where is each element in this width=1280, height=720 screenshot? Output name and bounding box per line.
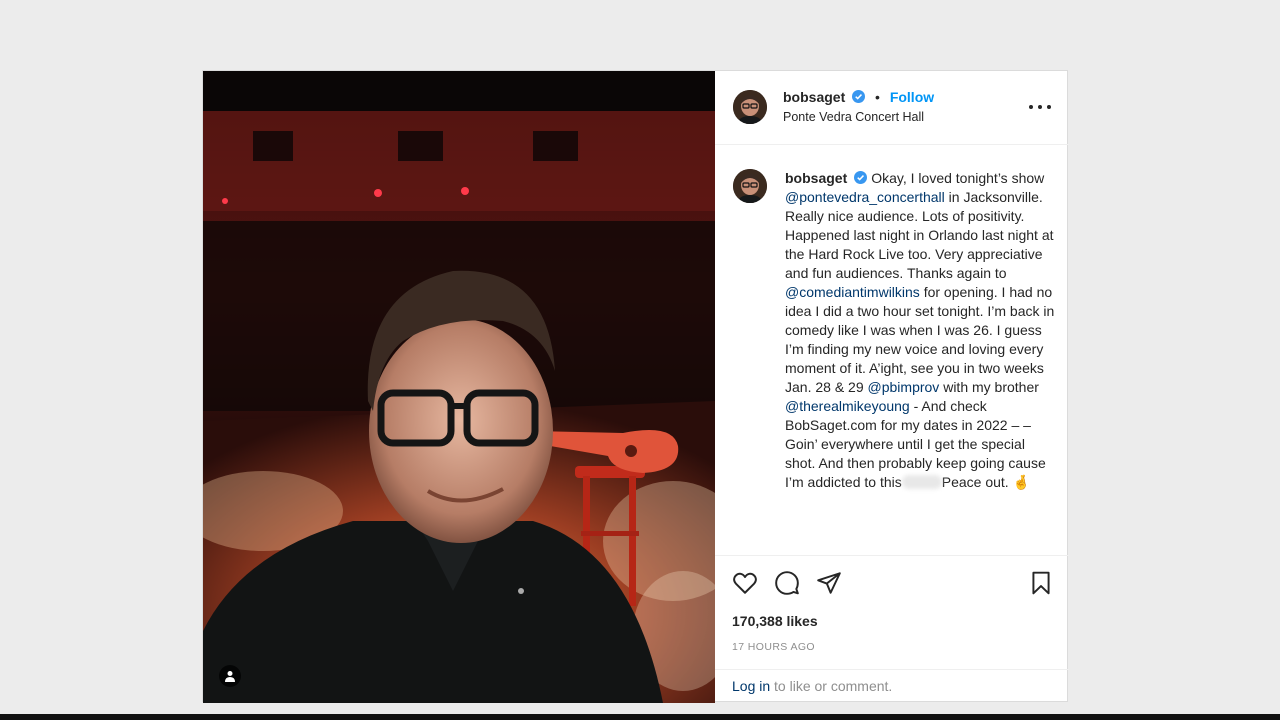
bottom-edge-bar	[0, 714, 1280, 720]
more-options-icon[interactable]	[1029, 97, 1051, 117]
login-prompt: Log in to like or comment.	[715, 669, 1069, 703]
likes-count[interactable]: 170,388 likes	[732, 613, 818, 629]
avatar[interactable]	[733, 90, 767, 124]
post-side-panel: bobsaget • Follow Ponte Vedra Concert Ha…	[715, 71, 1069, 703]
post-actions: 170,388 likes 17 HOURS AGO Log in to lik…	[715, 555, 1069, 703]
verified-badge-icon	[852, 90, 866, 103]
bookmark-icon[interactable]	[1028, 570, 1054, 596]
paper-plane-icon[interactable]	[816, 570, 842, 596]
caption-text-segment: Okay, I loved tonight’s show	[871, 170, 1045, 186]
mention-link[interactable]: @pontevedra_concerthall	[785, 189, 945, 205]
caption-text-segment: with my brother	[939, 379, 1039, 395]
mention-link[interactable]: @pbimprov	[868, 379, 940, 395]
user-tag-icon[interactable]	[219, 665, 241, 687]
post-header: bobsaget • Follow Ponte Vedra Concert Ha…	[715, 71, 1069, 145]
login-link[interactable]: Log in	[732, 678, 770, 694]
post-timestamp[interactable]: 17 HOURS AGO	[732, 641, 815, 653]
mention-link[interactable]: @comediantimwilkins	[785, 284, 920, 300]
caption-text: Okay, I loved tonight’s show @pontevedra…	[785, 170, 1054, 490]
username-link[interactable]: bobsaget	[783, 89, 845, 105]
caption-text-segment: Peace out. 🤞	[941, 474, 1030, 490]
mention-link[interactable]: @therealmikeyoung	[785, 398, 910, 414]
caption-avatar[interactable]	[733, 169, 767, 203]
follow-button[interactable]: Follow	[890, 89, 934, 105]
location-link[interactable]: Ponte Vedra Concert Hall	[783, 110, 924, 124]
header-user-line: bobsaget • Follow	[783, 89, 934, 105]
verified-badge-icon	[854, 171, 868, 184]
post-photo[interactable]	[203, 71, 715, 703]
obscured-text	[901, 475, 942, 489]
instagram-post: bobsaget • Follow Ponte Vedra Concert Ha…	[202, 70, 1069, 703]
post-caption: bobsaget Okay, I loved tonight’s show @po…	[785, 169, 1055, 492]
heart-icon[interactable]	[732, 570, 758, 596]
comment-icon[interactable]	[774, 570, 800, 596]
caption-section: bobsaget Okay, I loved tonight’s show @po…	[715, 145, 1069, 555]
selfie-image	[203, 71, 715, 703]
separator-dot: •	[875, 89, 880, 105]
caption-username[interactable]: bobsaget	[785, 170, 847, 186]
login-prompt-text: to like or comment.	[770, 678, 893, 694]
